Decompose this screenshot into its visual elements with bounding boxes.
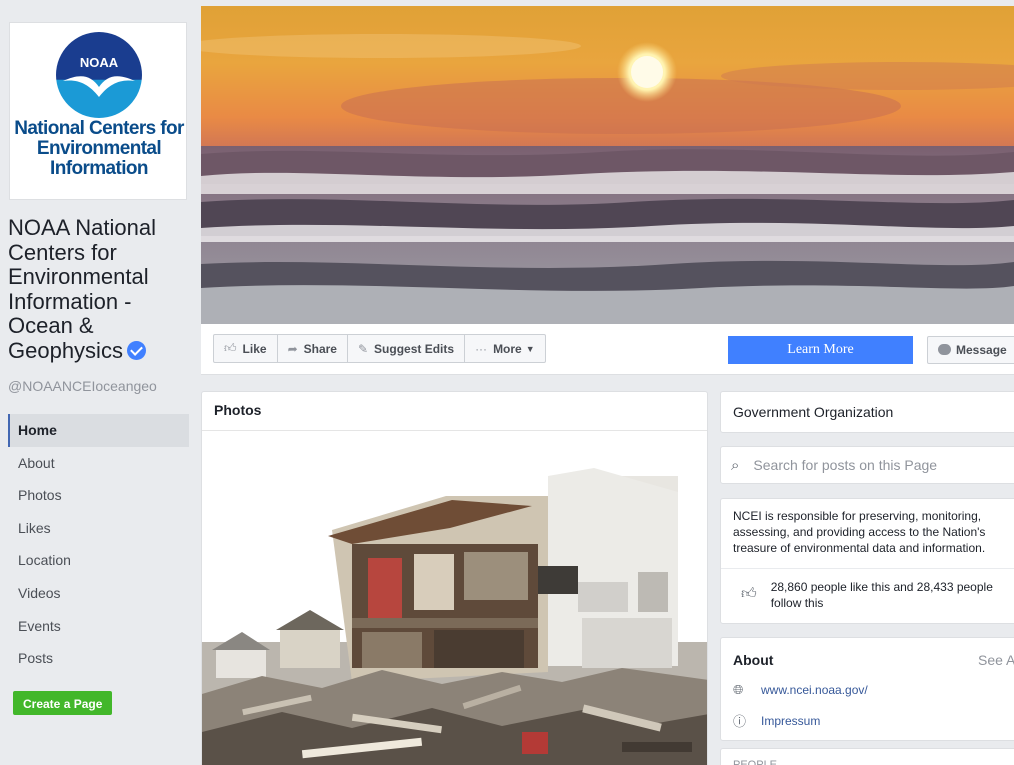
profile-picture[interactable]: NOAA National Centers for Environmental … [9, 22, 187, 200]
thumbs-up-icon: 👍︎ [224, 341, 237, 355]
learn-more-button[interactable]: Learn More [728, 336, 913, 364]
nav-item-videos[interactable]: Videos [8, 577, 189, 610]
svg-text:NOAA: NOAA [80, 55, 119, 70]
nav-item-photos[interactable]: Photos [8, 479, 189, 512]
noaa-logo-icon: NOAA [56, 32, 142, 118]
globe-icon: 🌐︎ [733, 682, 744, 697]
website-row: 🌐︎ www.ncei.noaa.gov/ [733, 682, 868, 698]
thumbs-up-icon: 👍︎ [741, 585, 757, 602]
photo-thumbnail[interactable] [202, 432, 707, 765]
page-nav: Home About Photos Likes Location Videos … [8, 414, 189, 675]
about-heading: About [733, 652, 774, 668]
page-title[interactable]: NOAA National Centers for Environmental … [8, 215, 193, 363]
message-button[interactable]: Message [927, 336, 1014, 364]
nav-item-home[interactable]: Home [8, 414, 189, 447]
page-description: NCEI is responsible for preserving, moni… [733, 509, 986, 555]
page-search-box: ⌕ [720, 446, 1014, 484]
message-bubble-icon [938, 344, 951, 355]
sunset-waves-image [201, 6, 1014, 324]
about-card: About See A 🌐︎ www.ncei.noaa.gov/ ⓘ Impr… [720, 637, 1014, 741]
photos-card: Photos [201, 391, 708, 765]
nav-item-about[interactable]: About [8, 447, 189, 480]
see-all-link[interactable]: See A [978, 652, 1014, 668]
caret-down-icon: ▼ [525, 343, 535, 354]
cover-photo[interactable] [201, 6, 1014, 324]
share-button[interactable]: ➦ Share [278, 335, 348, 362]
suggest-edits-button[interactable]: ✎ Suggest Edits [348, 335, 466, 362]
info-icon: ⓘ [733, 714, 747, 729]
community-stats: 👍︎ 28,860 people like this and 28,433 pe… [741, 579, 1014, 611]
search-icon: ⌕ [731, 456, 740, 474]
logo-wordmark: National Centers for Environmental Infor… [14, 118, 184, 179]
impressum-row: ⓘ Impressum [733, 711, 820, 730]
category-card[interactable]: Government Organization [720, 391, 1014, 433]
page-action-bar: 👍︎ Like ➦ Share ✎ Suggest Edits ··· More ▼ Le… [201, 324, 1014, 375]
share-arrow-icon: ➦ [287, 341, 298, 356]
hurricane-damaged-house-image [202, 432, 707, 765]
like-button[interactable]: 👍︎ Like [214, 335, 278, 362]
verified-check-icon [126, 340, 146, 360]
more-button[interactable]: ··· More ▼ [465, 335, 545, 362]
people-card: PEOPLE [720, 748, 1014, 765]
search-posts-input[interactable] [753, 457, 994, 473]
page-handle[interactable]: @NOAANCEIoceangeo [8, 378, 157, 394]
left-column: NOAA National Centers for Environmental … [0, 0, 196, 765]
pencil-icon: ✎ [357, 341, 369, 356]
divider [721, 568, 1014, 569]
photos-heading[interactable]: Photos [202, 392, 707, 431]
nav-item-location[interactable]: Location [8, 544, 189, 577]
nav-item-posts[interactable]: Posts [8, 642, 189, 675]
nav-item-likes[interactable]: Likes [8, 512, 189, 545]
nav-item-events[interactable]: Events [8, 610, 189, 643]
page-info-card: NCEI is responsible for preserving, moni… [720, 498, 1014, 624]
ellipsis-icon: ··· [475, 341, 488, 356]
impressum-link[interactable]: Impressum [761, 714, 820, 728]
action-button-group: 👍︎ Like ➦ Share ✎ Suggest Edits ··· More ▼ [213, 334, 546, 363]
create-page-button[interactable]: Create a Page [13, 691, 113, 715]
likes-follows-count[interactable]: 28,860 people like this and 28,433 peopl… [771, 579, 1014, 611]
website-link[interactable]: www.ncei.noaa.gov/ [761, 683, 868, 697]
